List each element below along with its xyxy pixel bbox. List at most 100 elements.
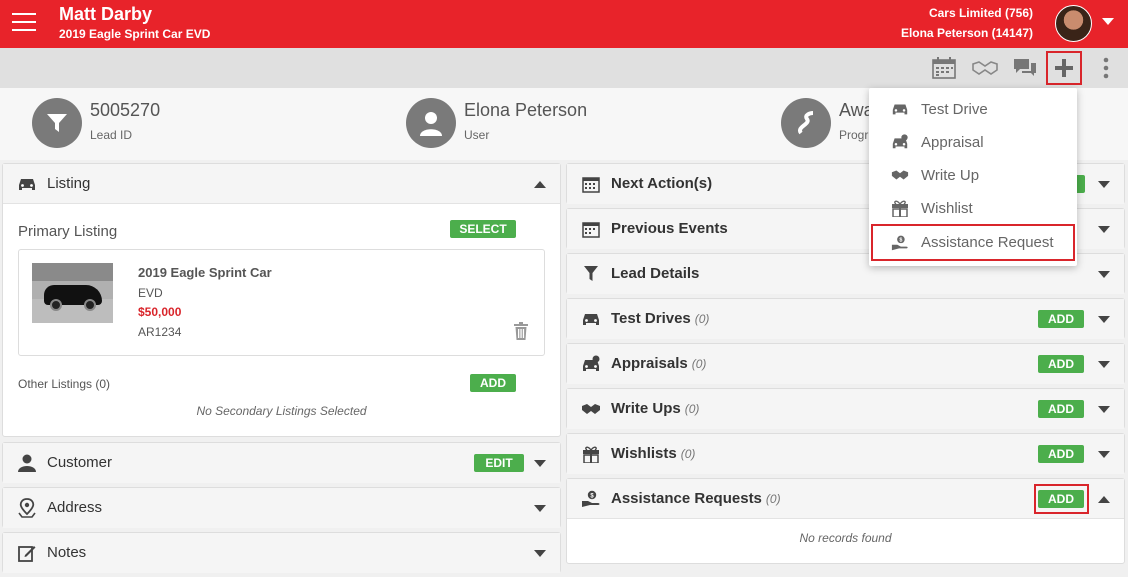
car-trim: EVD [138, 286, 163, 300]
progress-value: Awa [839, 100, 869, 120]
address-panel: Address [2, 487, 561, 528]
car-image [32, 263, 113, 323]
appraisals-title: Appraisals (0) [611, 355, 707, 372]
menu-item-label: Wishlist [921, 200, 973, 217]
add-write-up-button[interactable]: ADD [1038, 400, 1084, 418]
current-user[interactable]: Elona Peterson (14147) [901, 26, 1033, 40]
menu-item-label: Appraisal [921, 134, 984, 151]
notes-header[interactable]: Notes [3, 533, 560, 573]
menu-icon[interactable] [12, 13, 36, 33]
menu-item-assistance-request[interactable]: $ Assistance Request [871, 224, 1075, 261]
person-icon [17, 453, 37, 473]
funnel-icon [581, 264, 601, 284]
add-test-drive-button[interactable]: ADD [1038, 310, 1084, 328]
chevron-up-icon[interactable] [1098, 496, 1110, 503]
chevron-down-icon[interactable] [1098, 181, 1110, 188]
other-listings-label: Other Listings (0) [18, 377, 111, 391]
menu-item-appraisal[interactable]: Appraisal [869, 125, 1077, 158]
lead-id-label: Lead ID [90, 128, 133, 142]
chevron-down-icon[interactable] [1098, 451, 1110, 458]
gift-icon [891, 199, 909, 217]
menu-item-label: Assistance Request [921, 234, 1054, 251]
wishlists-panel: Wishlists (0) ADD [566, 433, 1125, 474]
user-label: User [464, 128, 490, 142]
customer-header[interactable]: Customer EDIT [3, 443, 560, 483]
menu-item-test-drive[interactable]: Test Drive [869, 92, 1077, 125]
handshake-icon [581, 399, 601, 419]
top-header: Matt Darby 2019 Eagle Sprint Car EVD Car… [0, 0, 1128, 48]
chevron-down-icon[interactable] [534, 505, 546, 512]
notes-panel: Notes [2, 532, 561, 573]
select-button[interactable]: SELECT [450, 220, 516, 238]
listing-title: Listing [47, 175, 91, 192]
chevron-down-icon[interactable] [1098, 406, 1110, 413]
appraisal-car-icon [581, 354, 601, 374]
add-action-button[interactable] [1046, 51, 1082, 85]
add-wishlist-button[interactable]: ADD [1038, 445, 1084, 463]
listing-header[interactable]: Listing [3, 164, 560, 204]
notes-title: Notes [47, 544, 87, 561]
primary-listing-card[interactable]: 2019 Eagle Sprint Car EVD $50,000 AR1234 [18, 249, 545, 356]
customer-title: Customer [47, 454, 113, 471]
edit-customer-button[interactable]: EDIT [474, 454, 524, 472]
add-other-listing-button[interactable]: ADD [470, 374, 516, 392]
action-toolbar [0, 48, 1128, 88]
plus-icon [1055, 59, 1073, 77]
chevron-down-icon[interactable] [1098, 316, 1110, 323]
svg-text:$: $ [899, 238, 902, 244]
wishlists-header[interactable]: Wishlists (0) ADD [567, 434, 1124, 474]
add-action-menu: Test Drive Appraisal Write Up Wishlist $… [869, 88, 1077, 266]
progress-summary: Awa Progr [781, 98, 869, 148]
primary-listing-label: Primary Listing [18, 223, 118, 240]
user-value: Elona Peterson [464, 100, 588, 120]
menu-item-wishlist[interactable]: Wishlist [869, 191, 1077, 224]
address-header[interactable]: Address [3, 488, 560, 528]
chat-icon[interactable] [1012, 56, 1038, 80]
car-price: $50,000 [138, 305, 182, 319]
test-drives-title: Test Drives (0) [611, 310, 710, 327]
next-action-title: Next Action(s) [611, 175, 713, 192]
assistance-requests-panel: $ Assistance Requests (0) ADD No records … [566, 478, 1125, 564]
menu-item-write-up[interactable]: Write Up [869, 158, 1077, 191]
assistance-hand-icon: $ [581, 489, 601, 509]
lead-vehicle: 2019 Eagle Sprint Car EVD [59, 27, 211, 41]
avatar[interactable] [1055, 5, 1092, 42]
chevron-down-icon[interactable] [534, 550, 546, 557]
calendar-check-icon [581, 219, 601, 239]
lead-id-value: 5005270 [90, 100, 161, 120]
menu-item-label: Write Up [921, 167, 980, 184]
wishlists-title: Wishlists (0) [611, 445, 696, 462]
write-ups-panel: Write Ups (0) ADD [566, 388, 1125, 429]
more-vertical-icon[interactable] [1093, 56, 1119, 80]
handshake-icon [891, 166, 909, 184]
edit-note-icon [17, 543, 37, 563]
car-icon [17, 174, 37, 194]
add-assistance-request-button[interactable]: ADD [1038, 490, 1084, 508]
write-ups-header[interactable]: Write Ups (0) ADD [567, 389, 1124, 429]
test-drives-panel: Test Drives (0) ADD [566, 298, 1125, 339]
chevron-down-icon[interactable] [1102, 18, 1114, 25]
calendar-icon[interactable] [931, 56, 957, 80]
appraisals-panel: Appraisals (0) ADD [566, 343, 1125, 384]
chevron-down-icon[interactable] [1098, 271, 1110, 278]
funnel-icon [32, 98, 82, 148]
lead-name: Matt Darby [59, 4, 153, 24]
road-icon [781, 98, 831, 148]
dealer-name[interactable]: Cars Limited (756) [929, 6, 1033, 20]
car-icon [891, 100, 909, 118]
assistance-requests-header[interactable]: $ Assistance Requests (0) ADD [567, 479, 1124, 519]
user-icon [406, 98, 456, 148]
add-appraisal-button[interactable]: ADD [1038, 355, 1084, 373]
chevron-down-icon[interactable] [534, 460, 546, 467]
car-icon [581, 309, 601, 329]
handshake-icon[interactable] [972, 56, 998, 80]
progress-label: Progr [839, 128, 869, 142]
trash-icon[interactable] [514, 322, 528, 345]
listing-panel: Listing Primary Listing SELECT 2019 Eagl… [2, 163, 561, 437]
chevron-down-icon[interactable] [1098, 226, 1110, 233]
chevron-down-icon[interactable] [1098, 361, 1110, 368]
chevron-up-icon[interactable] [534, 181, 546, 188]
address-title: Address [47, 499, 103, 516]
test-drives-header[interactable]: Test Drives (0) ADD [567, 299, 1124, 339]
appraisals-header[interactable]: Appraisals (0) ADD [567, 344, 1124, 384]
